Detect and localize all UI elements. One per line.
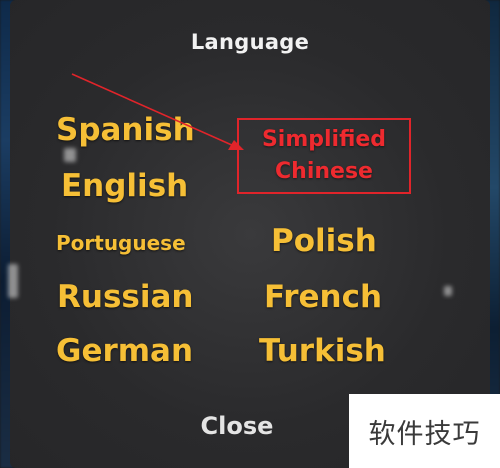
language-label-line: Chinese xyxy=(275,159,373,184)
background-smudge xyxy=(8,264,18,298)
language-label-line: Simplified xyxy=(261,127,387,152)
language-option-german[interactable]: German xyxy=(56,333,193,369)
language-dialog-screen: Language Spanish English Portuguese Russ… xyxy=(0,0,500,468)
language-option-polish[interactable]: Polish xyxy=(271,223,377,259)
background-smudge xyxy=(444,286,452,296)
language-option-turkish[interactable]: Turkish xyxy=(259,333,386,369)
language-option-russian[interactable]: Russian xyxy=(57,279,193,315)
language-option-english[interactable]: English xyxy=(61,168,188,204)
language-option-french[interactable]: French xyxy=(264,279,382,315)
language-option-portuguese[interactable]: Portuguese xyxy=(56,231,186,255)
language-option-spanish[interactable]: Spanish xyxy=(56,112,195,148)
language-option-simplified-chinese[interactable]: Simplified Chinese xyxy=(237,124,411,188)
dialog-title: Language xyxy=(190,30,310,54)
background-smudge xyxy=(64,148,76,162)
watermark-logo: 软件技巧 xyxy=(349,394,500,468)
